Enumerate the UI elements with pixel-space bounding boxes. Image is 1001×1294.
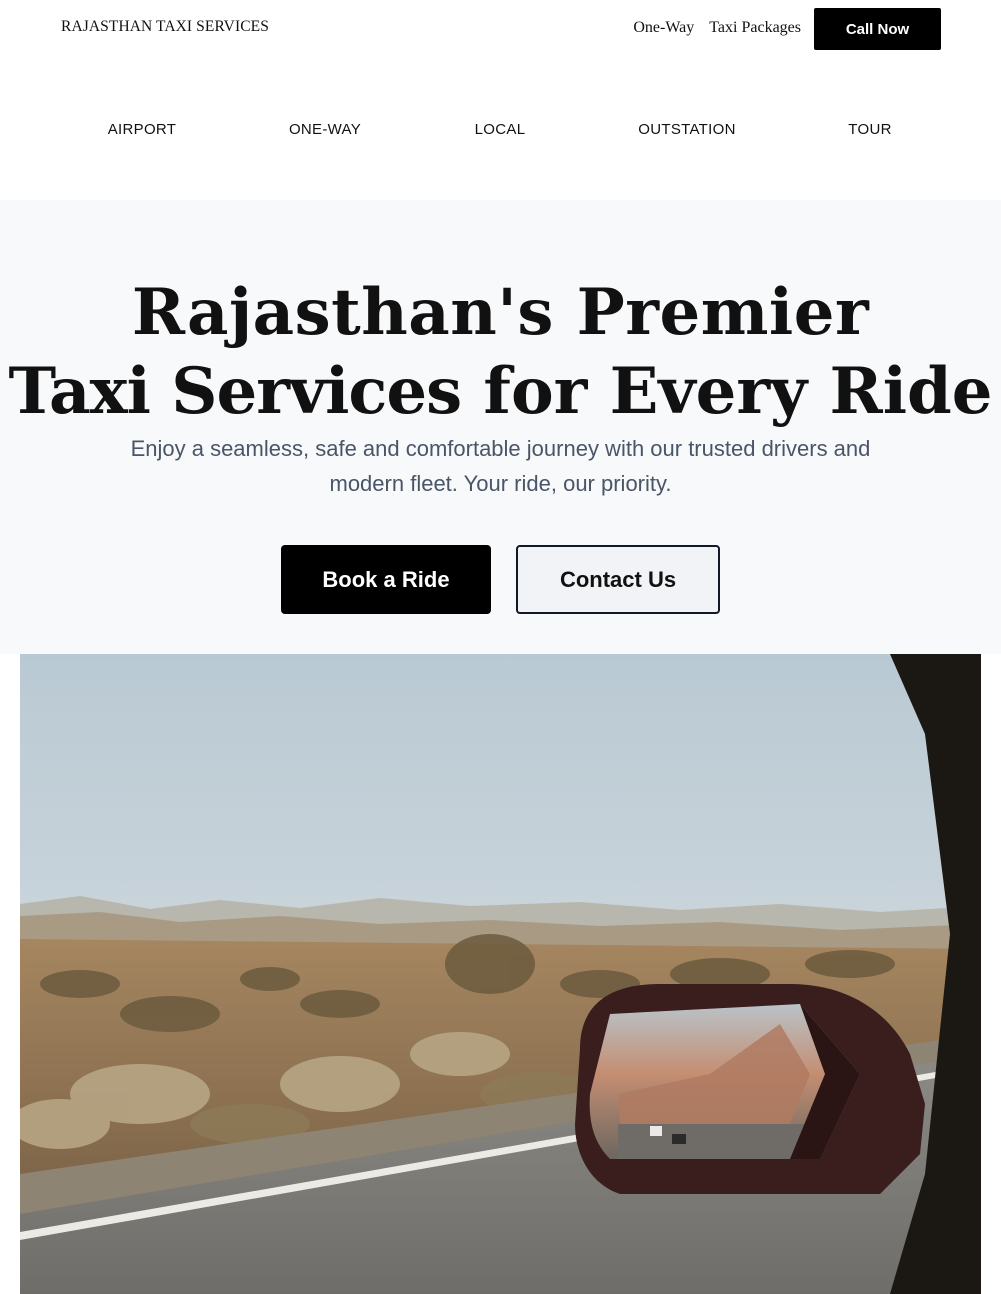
call-now-button[interactable]: Call Now (814, 8, 941, 50)
category-outstation[interactable]: OUTSTATION (638, 121, 735, 138)
nav-link-taxi-packages[interactable]: Taxi Packages (709, 19, 801, 37)
category-nav: AIRPORT ONE-WAY LOCAL OUTSTATION TOUR (0, 100, 1001, 160)
desert-road-illustration (20, 654, 981, 1294)
category-tour[interactable]: TOUR (848, 121, 891, 138)
category-local[interactable]: LOCAL (475, 121, 526, 138)
hero-title-bold: Taxi Services (8, 354, 463, 429)
hero-image (20, 654, 981, 1294)
nav-link-one-way[interactable]: One-Way (633, 19, 694, 37)
hero-subtitle: Enjoy a seamless, safe and comfortable j… (130, 436, 871, 496)
contact-us-button[interactable]: Contact Us (516, 545, 720, 614)
category-one-way[interactable]: ONE-WAY (289, 121, 361, 138)
book-ride-button[interactable]: Book a Ride (281, 545, 491, 614)
category-airport[interactable]: AIRPORT (108, 121, 177, 138)
top-nav: One-Way Taxi Packages (633, 19, 801, 37)
top-header: RAJASTHAN TAXI SERVICES One-Way Taxi Pac… (0, 0, 1001, 60)
hero-title-rest: for Every Ride (461, 354, 993, 429)
brand-logo[interactable]: RAJASTHAN TAXI SERVICES (61, 18, 269, 36)
hero-section: Rajasthan's Premier Taxi Services for Ev… (0, 200, 1001, 654)
hero-title-line1: Rajasthan's Premier (131, 275, 870, 350)
hero-title-line2: Taxi Services for Every Ride (0, 352, 1001, 432)
